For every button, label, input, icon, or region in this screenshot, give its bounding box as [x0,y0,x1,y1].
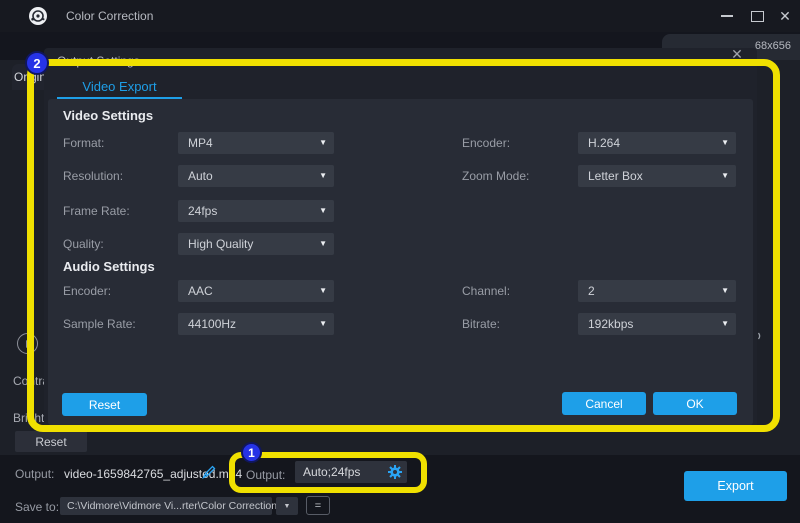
maximize-button[interactable] [744,0,770,32]
audio-settings-heading: Audio Settings [63,259,155,274]
maximize-icon [751,11,764,22]
chevron-down-icon: ▼ [319,233,327,255]
minimize-icon [721,15,733,17]
channel-select[interactable]: 2 ▼ [578,280,736,302]
export-button[interactable]: Export [684,471,787,501]
chevron-down-icon: ▼ [721,132,729,154]
format-label: Format: [63,136,104,150]
video-encoder-label: Encoder: [462,136,510,150]
resolution-label: Resolution: [63,169,123,183]
adjust-reset-button[interactable]: Reset [15,431,87,452]
frame-rate-select[interactable]: 24fps ▼ [178,200,334,222]
dialog-close-button[interactable]: ✕ [727,44,747,64]
zoom-mode-select[interactable]: Letter Box ▼ [578,165,736,187]
chevron-down-icon: ▼ [721,165,729,187]
save-path-dropdown[interactable]: ▼ [276,497,298,515]
minimize-button[interactable] [714,0,740,32]
window-title: Color Correction [66,9,153,23]
zoom-mode-label: Zoom Mode: [462,169,529,183]
bitrate-label: Bitrate: [462,317,500,331]
output-label: Output: [15,467,54,481]
bitrate-select[interactable]: 192kbps ▼ [578,313,736,335]
chevron-down-icon: ▼ [319,313,327,335]
footer-bar: Output: video-1659842765_adjusted.mp4 Ou… [0,455,800,523]
resolution-select[interactable]: Auto ▼ [178,165,334,187]
close-window-button[interactable]: ✕ [772,0,798,32]
tab-video-export[interactable]: Video Export [57,75,182,99]
profile-label: Output: [246,468,285,482]
save-to-label: Save to: [15,500,59,514]
play-icon [26,340,32,348]
video-encoder-select[interactable]: H.264 ▼ [578,132,736,154]
quality-select[interactable]: High Quality ▼ [178,233,334,255]
quality-label: Quality: [63,237,104,251]
app-window: Color Correction ✕ Original ▼ + Change S… [0,0,800,523]
chevron-down-icon: ▼ [319,165,327,187]
dialog-reset-button[interactable]: Reset [62,393,147,416]
app-logo-icon [28,6,48,26]
sample-rate-select[interactable]: 44100Hz ▼ [178,313,334,335]
frame-rate-label: Frame Rate: [63,204,130,218]
channel-label: Channel: [462,284,510,298]
ok-button[interactable]: OK [653,392,737,415]
profile-input[interactable]: Auto;24fps [295,461,407,483]
chevron-down-icon: ▼ [319,132,327,154]
preview-resolution: 68x656 [755,40,791,52]
open-folder-button[interactable]: = [306,496,330,515]
titlebar: Color Correction ✕ [0,0,800,32]
profile-value: Auto;24fps [303,461,360,483]
edit-icon[interactable] [201,464,217,480]
chevron-down-icon: ▼ [721,280,729,302]
play-button[interactable] [17,333,38,354]
save-path-value: C:\Vidmore\Vidmore Vi...rter\Color Corre… [67,497,277,515]
chevron-down-icon: ▼ [319,200,327,222]
step-badge-1: 1 [241,442,262,463]
chevron-down-icon: ▼ [721,313,729,335]
dialog-title: Output Settings [57,54,140,68]
video-settings-heading: Video Settings [63,108,153,123]
step-badge-2: 2 [25,51,49,75]
save-path-combobox[interactable]: C:\Vidmore\Vidmore Vi...rter\Color Corre… [60,497,272,515]
chevron-down-icon: ▼ [319,280,327,302]
gear-icon[interactable] [387,464,403,480]
audio-encoder-select[interactable]: AAC ▼ [178,280,334,302]
output-settings-dialog: Output Settings ✕ Video Export Video Set… [44,48,757,432]
sample-rate-label: Sample Rate: [63,317,136,331]
format-select[interactable]: MP4 ▼ [178,132,334,154]
close-icon: ✕ [731,46,743,63]
cancel-button[interactable]: Cancel [562,392,646,415]
audio-encoder-label: Encoder: [63,284,111,298]
folder-lines-icon: = [315,500,321,512]
chevron-down-icon: ▼ [284,503,291,510]
close-icon: ✕ [779,8,791,25]
